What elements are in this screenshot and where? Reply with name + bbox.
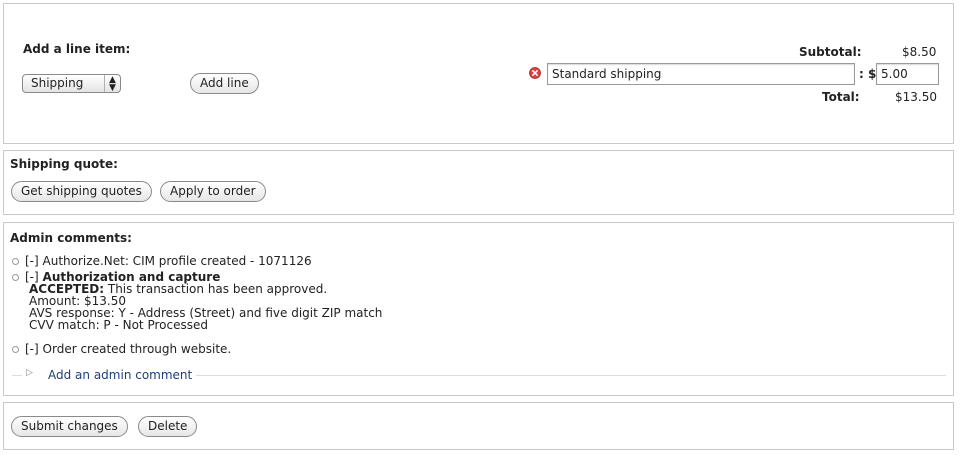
shipping-amount-value: 5.00: [881, 67, 908, 81]
shipping-quote-panel: Shipping quote: Get shipping quotes Appl…: [3, 150, 954, 215]
amount-separator: : $: [859, 67, 877, 81]
get-shipping-quotes-button[interactable]: Get shipping quotes: [11, 181, 152, 202]
shipping-amount-input[interactable]: 5.00: [876, 63, 939, 85]
comment-status-text: This transaction has been approved.: [107, 282, 328, 296]
comment-toggle[interactable]: [-]: [25, 342, 39, 356]
comment-text: Order created through website.: [42, 342, 232, 356]
bullet-icon: [12, 258, 19, 265]
subtotal-label: Subtotal:: [799, 45, 862, 59]
comment-item-3: [-] Order created through website.: [12, 343, 231, 355]
line-item-type-value: Shipping: [31, 76, 84, 90]
add-line-button[interactable]: Add line: [190, 73, 259, 94]
shipping-title-input[interactable]: Standard shipping: [547, 63, 855, 85]
remove-icon[interactable]: [529, 67, 541, 82]
add-comment-divider-right: [196, 375, 946, 376]
bullet-icon: [12, 346, 19, 353]
triangle-right-icon[interactable]: ▷: [26, 368, 33, 378]
submit-changes-button[interactable]: Submit changes: [11, 416, 128, 437]
actions-panel: Submit changes Delete: [3, 402, 954, 450]
total-label: Total:: [822, 90, 860, 104]
shipping-quote-heading: Shipping quote:: [10, 157, 118, 171]
subtotal-value: $8.50: [902, 45, 937, 59]
apply-to-order-button[interactable]: Apply to order: [160, 181, 266, 202]
admin-comments-panel: Admin comments: [-] Authorize.Net: CIM p…: [3, 222, 954, 396]
comment-toggle[interactable]: [-]: [25, 254, 39, 268]
add-admin-comment-link[interactable]: Add an admin comment: [48, 368, 192, 382]
bullet-icon: [12, 274, 19, 281]
add-line-item-heading: Add a line item:: [23, 42, 131, 56]
line-items-panel: Add a line item: Shipping ▲ ▼ Add line Su…: [3, 3, 954, 144]
comment-cvv: CVV match: P - Not Processed: [29, 318, 208, 332]
delete-button[interactable]: Delete: [138, 416, 198, 437]
total-value: $13.50: [895, 90, 937, 104]
comment-text: Authorize.Net: CIM profile created - 107…: [42, 254, 312, 268]
line-item-type-select[interactable]: Shipping ▲ ▼: [22, 74, 121, 93]
admin-comments-heading: Admin comments:: [10, 231, 132, 245]
comment-item-2: [-] Authorization and capture ACCEPTED: …: [12, 271, 382, 331]
add-comment-divider-left: [12, 375, 22, 376]
comment-item-1: [-] Authorize.Net: CIM profile created -…: [12, 255, 312, 267]
select-arrows-icon: ▲ ▼: [104, 75, 120, 93]
shipping-title-value: Standard shipping: [552, 67, 662, 81]
